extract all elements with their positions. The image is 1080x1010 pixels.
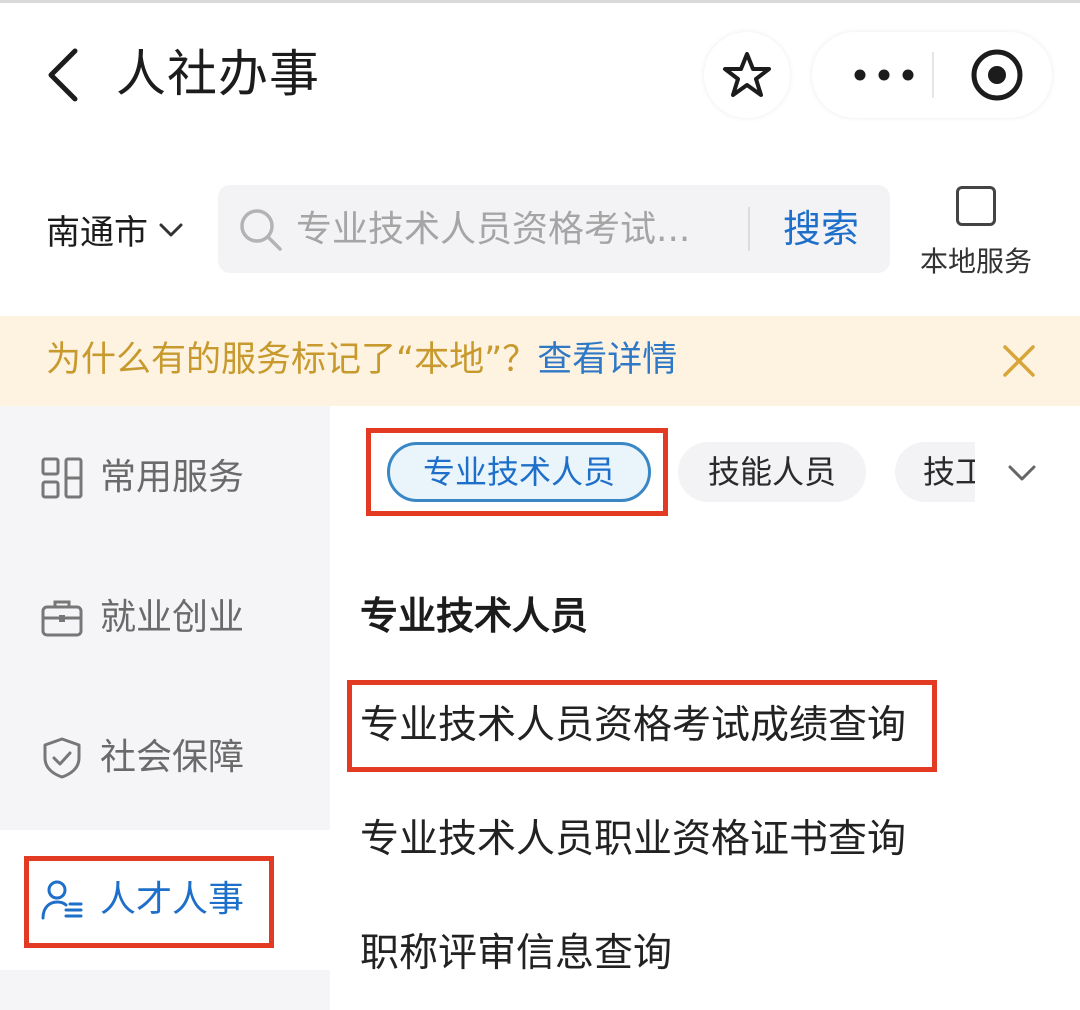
star-icon (723, 52, 771, 97)
notice-detail-link[interactable]: 查看详情 (537, 340, 677, 380)
chevron-down-icon (159, 223, 183, 236)
back-icon (48, 48, 78, 102)
chip-technician[interactable]: 技工 (895, 442, 975, 502)
sidebar-item-label: 就业创业 (100, 597, 245, 638)
top-divider (0, 0, 1080, 3)
sidebar-item-label: 社会保障 (100, 737, 245, 778)
search-divider (748, 207, 750, 251)
record-icon (971, 49, 1023, 101)
notice-text-wrap: 为什么有的服务标记了“本地”？查看详情 (46, 334, 677, 386)
briefcase-icon (41, 600, 83, 637)
local-service-checkbox[interactable] (956, 186, 996, 226)
more-icon (854, 69, 914, 81)
search-button[interactable]: 搜索 (766, 199, 876, 259)
highlight-box-chip (366, 428, 668, 516)
capsule-divider (932, 52, 934, 98)
sidebar-item-common[interactable]: 常用服务 (0, 408, 330, 548)
grid-icon (41, 457, 83, 499)
section-title: 专业技术人员 (360, 594, 589, 638)
notice-banner: 为什么有的服务标记了“本地”？查看详情 (0, 316, 1080, 406)
close-miniprogram-button[interactable] (954, 32, 1040, 118)
page-title: 人社办事 (116, 45, 320, 103)
close-icon[interactable] (996, 338, 1042, 384)
search-icon (240, 209, 282, 251)
city-selector[interactable]: 南通市 (46, 205, 184, 254)
favorite-button[interactable] (704, 32, 790, 118)
capsule-menu (812, 32, 1052, 118)
city-label: 南通市 (46, 213, 148, 253)
highlight-box-item (347, 680, 937, 772)
notice-text: 为什么有的服务标记了“本地”？ (46, 340, 538, 380)
local-service-label: 本地服务 (919, 245, 1032, 278)
service-item-certificate[interactable]: 专业技术人员职业资格证书查询 (360, 810, 906, 870)
shield-icon (43, 737, 81, 779)
search-bar: 搜索 (218, 185, 890, 273)
sidebar-item-next (0, 970, 330, 1010)
highlight-box-sidebar (24, 856, 274, 948)
more-button[interactable] (834, 32, 934, 118)
sidebar-item-social-security[interactable]: 社会保障 (0, 688, 330, 828)
chip-skilled[interactable]: 技能人员 (678, 442, 866, 502)
chevron-down-icon[interactable] (1004, 455, 1040, 491)
search-input[interactable] (296, 199, 736, 259)
local-service-toggle[interactable]: 本地服务 (916, 186, 1036, 280)
sidebar-item-employment[interactable]: 就业创业 (0, 548, 330, 688)
service-item-title-review[interactable]: 职称评审信息查询 (360, 924, 672, 984)
sidebar-item-label: 常用服务 (100, 457, 245, 498)
back-button[interactable] (28, 40, 98, 110)
